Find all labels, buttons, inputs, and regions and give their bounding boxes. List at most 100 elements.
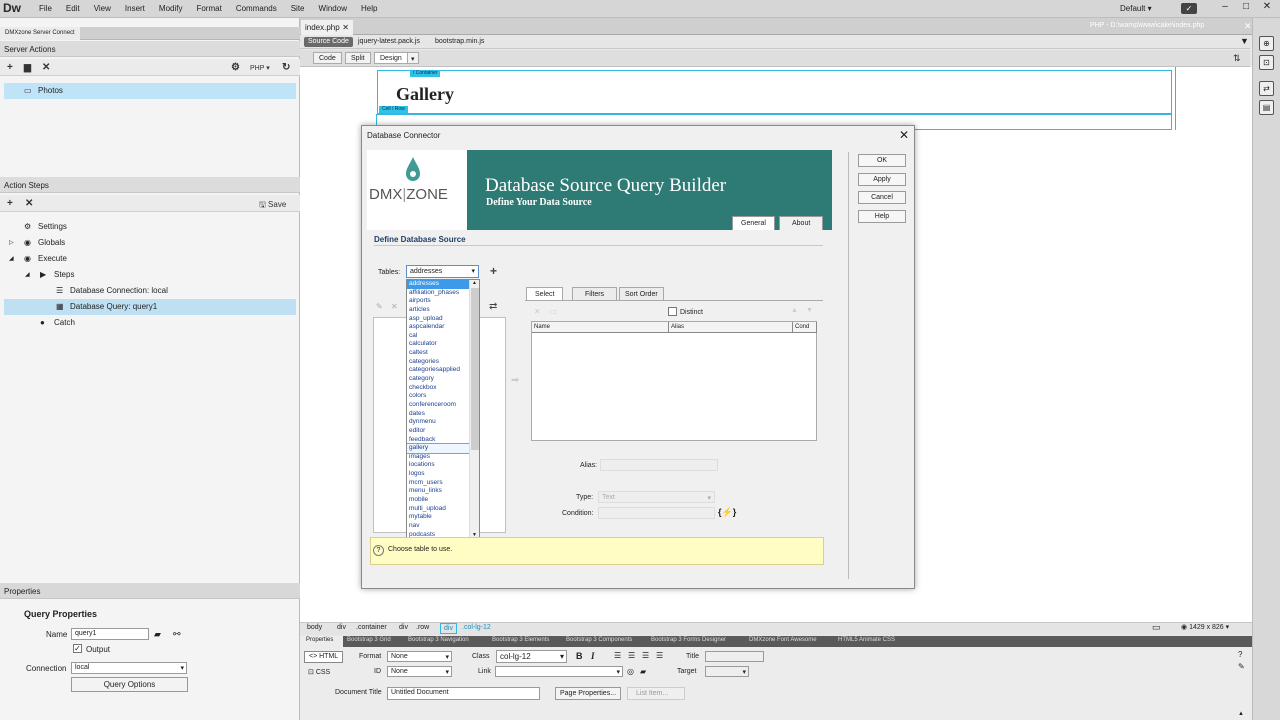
tables-dropdown-list[interactable]: addresses affiliation_phases airports ar…: [406, 279, 480, 540]
list-item[interactable]: images: [407, 453, 471, 462]
list-item-button[interactable]: List Item...: [627, 687, 685, 700]
list-item[interactable]: cal: [407, 332, 471, 341]
tag-row[interactable]: .row: [413, 623, 432, 632]
list-item[interactable]: categoriesapplied: [407, 366, 471, 375]
step-settings[interactable]: ⚙ Settings: [0, 219, 300, 235]
cancel-button[interactable]: Cancel: [858, 191, 906, 204]
design-view-button[interactable]: Design: [374, 52, 408, 64]
tab-bootstrap-grid[interactable]: Bootstrap 3 Grid: [347, 637, 391, 643]
remove-column-icon[interactable]: ✕: [534, 307, 541, 316]
add-icon[interactable]: +: [7, 62, 13, 73]
name-field[interactable]: query1: [71, 628, 149, 640]
step-catch[interactable]: ● Catch: [0, 315, 300, 331]
tab-about[interactable]: About: [779, 216, 824, 230]
condition-field[interactable]: [598, 507, 715, 519]
copy-icon[interactable]: ▭: [549, 307, 557, 316]
menu-edit[interactable]: Edit: [59, 4, 87, 13]
html-mode-button[interactable]: <> HTML: [304, 651, 344, 663]
split-view-button[interactable]: Split: [345, 52, 371, 64]
list-item[interactable]: caltest: [407, 349, 471, 358]
assets-panel-icon[interactable]: ▤: [1259, 100, 1274, 115]
remove-icon[interactable]: ✕: [391, 302, 398, 311]
title-field[interactable]: [705, 651, 764, 662]
tab-filters[interactable]: Filters: [572, 287, 618, 301]
refresh-icon[interactable]: ⇄: [489, 301, 497, 312]
list-item[interactable]: asp_upload: [407, 315, 471, 324]
tab-bootstrap-elements[interactable]: Bootstrap 3 Elements: [492, 637, 549, 643]
close-document-icon[interactable]: ✕: [1244, 21, 1252, 32]
list-item[interactable]: mobile: [407, 496, 471, 505]
list-item[interactable]: articles: [407, 306, 471, 315]
close-tab-icon[interactable]: ✕: [342, 23, 349, 32]
menu-format[interactable]: Format: [189, 4, 228, 13]
tables-select[interactable]: addresses ▾: [406, 265, 479, 278]
arrow-right-icon[interactable]: ➡: [511, 375, 519, 386]
list-item[interactable]: conferenceroom: [407, 401, 471, 410]
tab-html5-animate[interactable]: HTML5 Animate CSS: [838, 637, 895, 643]
unordered-list-icon[interactable]: ☰: [614, 651, 621, 660]
list-item[interactable]: colors: [407, 392, 471, 401]
menu-file[interactable]: File: [32, 4, 59, 13]
tag-container[interactable]: .container: [353, 623, 390, 632]
menu-view[interactable]: View: [87, 4, 118, 13]
list-item[interactable]: feedback: [407, 436, 471, 445]
minimize-button[interactable]: –: [1215, 0, 1235, 14]
edit-icon[interactable]: ✎: [376, 302, 383, 311]
distinct-checkbox[interactable]: [668, 307, 677, 316]
ordered-list-icon[interactable]: ☰: [628, 651, 635, 660]
menu-window[interactable]: Window: [312, 4, 354, 13]
tab-index-php[interactable]: index.php ✕: [301, 20, 353, 35]
folder-icon[interactable]: ▆: [24, 62, 31, 73]
list-item[interactable]: airports: [407, 297, 471, 306]
files-panel-icon[interactable]: ⇄: [1259, 81, 1274, 96]
collapse-arrow-icon[interactable]: ◢: [25, 267, 30, 283]
indent-icon[interactable]: ☰: [656, 651, 663, 660]
list-item[interactable]: calculator: [407, 340, 471, 349]
collapse-arrow-icon[interactable]: ◢: [9, 251, 14, 267]
gear-icon[interactable]: ⚙: [231, 62, 240, 73]
connection-select[interactable]: local ▾: [71, 662, 187, 674]
maximize-button[interactable]: □: [1236, 0, 1256, 14]
query-options-button[interactable]: Query Options: [71, 677, 188, 692]
dialog-close-icon[interactable]: ✕: [899, 128, 909, 142]
related-file-jquery[interactable]: jquery-latest.pack.js: [358, 38, 420, 45]
columns-grid[interactable]: Name Alias Cond: [531, 321, 817, 441]
viewport-size[interactable]: ◉ 1429 x 826 ▾: [1181, 623, 1229, 631]
container-tag[interactable]: / Container: [410, 70, 441, 77]
column-header-alias[interactable]: Alias: [669, 322, 793, 333]
link-icon[interactable]: ⚯: [173, 629, 181, 640]
list-item[interactable]: locations: [407, 461, 471, 470]
column-header-cond[interactable]: Cond: [793, 322, 817, 333]
list-item[interactable]: mytable: [407, 513, 471, 522]
list-item[interactable]: logos: [407, 470, 471, 479]
list-item[interactable]: menu_links: [407, 487, 471, 496]
save-button[interactable]: 🖫 Save: [259, 199, 286, 213]
page-properties-button[interactable]: Page Properties...: [555, 687, 622, 700]
menu-insert[interactable]: Insert: [118, 4, 152, 13]
apply-button[interactable]: Apply: [858, 173, 906, 186]
gallery-heading[interactable]: Gallery: [396, 84, 454, 105]
id-select[interactable]: None ▾: [387, 666, 452, 677]
step-steps[interactable]: ◢ ▶ Steps: [0, 267, 300, 283]
scroll-up-icon[interactable]: ▲: [472, 280, 477, 286]
source-code-button[interactable]: Source Code: [304, 37, 353, 47]
list-item[interactable]: category: [407, 375, 471, 384]
target-select[interactable]: ▾: [705, 666, 749, 677]
list-item[interactable]: aspcalendar: [407, 323, 471, 332]
tag-div[interactable]: div: [334, 623, 349, 632]
list-item[interactable]: affiliation_phases: [407, 289, 471, 298]
list-item[interactable]: nav: [407, 522, 471, 531]
link-field[interactable]: ▾: [495, 666, 623, 677]
tag-col-lg-12[interactable]: .col-lg-12: [459, 623, 494, 632]
menu-modify[interactable]: Modify: [152, 4, 190, 13]
menu-site[interactable]: Site: [284, 4, 312, 13]
tab-properties[interactable]: Properties: [306, 637, 333, 643]
format-select[interactable]: None ▾: [387, 651, 452, 662]
collapse-panel-icon[interactable]: ▲: [1238, 711, 1244, 717]
quick-tag-editor-icon[interactable]: ✎: [1238, 662, 1245, 671]
tab-dmxzone-server-connect[interactable]: DMXzone Server Connect: [0, 27, 80, 40]
tag-body[interactable]: body: [304, 623, 325, 632]
sync-icon[interactable]: ✓: [1181, 3, 1197, 14]
step-execute[interactable]: ◢ ◉ Execute: [0, 251, 300, 267]
move-down-icon[interactable]: ▼: [806, 307, 813, 314]
